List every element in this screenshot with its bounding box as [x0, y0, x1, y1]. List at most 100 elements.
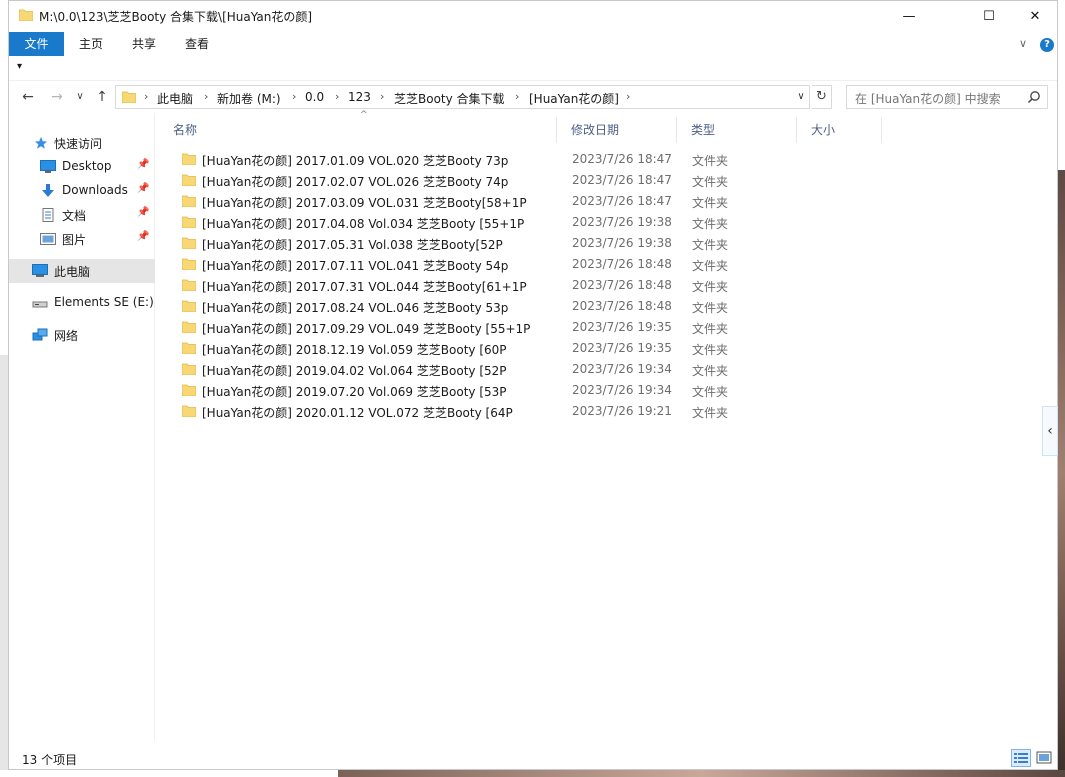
- file-type: 文件夹: [692, 322, 729, 336]
- breadcrumb-collection[interactable]: 芝芝Booty 合集下载: [394, 90, 505, 107]
- ribbon-expand-icon[interactable]: ∨: [1019, 37, 1027, 50]
- breadcrumb-this-pc[interactable]: 此电脑: [157, 90, 193, 107]
- tab-home[interactable]: 主页: [67, 32, 115, 56]
- sidebar-item-label: 此电脑: [54, 265, 91, 279]
- file-name: [HuaYan花の颜] 2017.05.31 Vol.038 芝芝Booty[5…: [202, 238, 503, 252]
- folder-icon: [182, 258, 196, 270]
- file-name: [HuaYan花の颜] 2017.07.11 VOL.041 芝芝Booty 5…: [202, 259, 509, 273]
- breadcrumb-separator[interactable]: ›: [515, 90, 519, 103]
- address-bar[interactable]: › 此电脑 › 新加卷 (M:) › 0.0 › 123 › 芝芝Booty 合…: [115, 85, 810, 109]
- sidebar-item-desktop[interactable]: Desktop 📌: [9, 155, 155, 179]
- explorer-window: M:\0.0\123\芝芝Booty 合集下载\[HuaYan花の颜] — ☐ …: [8, 0, 1058, 770]
- folder-icon: [19, 9, 33, 21]
- column-header-name[interactable]: 名称: [162, 117, 557, 143]
- sidebar-item-downloads[interactable]: Downloads 📌: [9, 179, 155, 203]
- breadcrumb-separator[interactable]: ›: [335, 90, 339, 103]
- recent-locations-button[interactable]: ∨: [69, 87, 91, 107]
- breadcrumb-separator[interactable]: ›: [144, 90, 148, 103]
- search-box[interactable]: 在 [HuaYan花の颜] 中搜索: [846, 85, 1048, 109]
- table-row[interactable]: [HuaYan花の颜] 2019.07.20 Vol.069 芝芝Booty […: [174, 380, 874, 401]
- tab-view[interactable]: 查看: [173, 32, 221, 56]
- column-header-size[interactable]: 大小: [800, 117, 882, 143]
- file-name: [HuaYan花の颜] 2017.07.31 VOL.044 芝芝Booty[6…: [202, 280, 527, 294]
- search-icon: [1027, 91, 1040, 104]
- computer-icon: [32, 264, 48, 277]
- details-view-icon: [1014, 753, 1028, 763]
- details-pane-toggle[interactable]: ‹: [1042, 406, 1058, 456]
- large-icons-view-button[interactable]: [1034, 749, 1054, 767]
- minimize-button[interactable]: —: [886, 1, 932, 31]
- breadcrumb-folder-0-0[interactable]: 0.0: [305, 90, 324, 104]
- sidebar-item-pictures[interactable]: 图片 📌: [9, 227, 155, 251]
- window-title: M:\0.0\123\芝芝Booty 合集下载\[HuaYan花の颜]: [39, 10, 313, 24]
- pin-icon[interactable]: 📌: [137, 207, 149, 218]
- breadcrumb-separator[interactable]: ›: [292, 90, 296, 103]
- breadcrumb-separator[interactable]: ›: [626, 90, 630, 103]
- sidebar-item-network[interactable]: 网络: [9, 323, 155, 347]
- table-row[interactable]: [HuaYan花の颜] 2018.12.19 Vol.059 芝芝Booty […: [174, 338, 874, 359]
- breadcrumb-current[interactable]: [HuaYan花の颜]: [529, 90, 619, 107]
- table-row[interactable]: [HuaYan花の颜] 2017.07.31 VOL.044 芝芝Booty[6…: [174, 275, 874, 296]
- file-list: ^ 名称 修改日期 类型 大小 [HuaYan花の颜] 2017.01.09 V…: [162, 110, 1042, 741]
- file-type: 文件夹: [692, 343, 729, 357]
- file-date: 2023/7/26 19:21: [572, 404, 672, 418]
- file-name: [HuaYan花の颜] 2017.02.07 VOL.026 芝芝Booty 7…: [202, 175, 509, 189]
- tab-share[interactable]: 共享: [120, 32, 168, 56]
- pin-icon[interactable]: 📌: [137, 159, 149, 170]
- folder-icon: [182, 174, 196, 186]
- file-type: 文件夹: [692, 385, 729, 399]
- sidebar-item-elements-drive[interactable]: Elements SE (E:): [9, 291, 155, 315]
- breadcrumb-folder-123[interactable]: 123: [348, 90, 371, 104]
- table-row[interactable]: [HuaYan花の颜] 2017.08.24 VOL.046 芝芝Booty 5…: [174, 296, 874, 317]
- table-row[interactable]: [HuaYan花の颜] 2019.04.02 Vol.064 芝芝Booty […: [174, 359, 874, 380]
- table-row[interactable]: [HuaYan花の颜] 2017.07.11 VOL.041 芝芝Booty 5…: [174, 254, 874, 275]
- table-row[interactable]: [HuaYan花の颜] 2017.04.08 Vol.034 芝芝Booty […: [174, 212, 874, 233]
- column-header-date[interactable]: 修改日期: [560, 117, 677, 143]
- file-type: 文件夹: [692, 280, 729, 294]
- refresh-button[interactable]: ↻: [812, 85, 832, 109]
- large-icons-view-icon: [1036, 751, 1052, 764]
- table-row[interactable]: [HuaYan花の颜] 2017.02.07 VOL.026 芝芝Booty 7…: [174, 170, 874, 191]
- folder-icon: [182, 195, 196, 207]
- sidebar-item-this-pc[interactable]: 此电脑: [9, 259, 155, 283]
- address-dropdown-icon[interactable]: ∨: [793, 85, 809, 109]
- item-count: 13 个项目: [22, 753, 78, 767]
- search-placeholder: 在 [HuaYan花の颜] 中搜索: [855, 92, 1001, 106]
- folder-icon: [182, 153, 196, 165]
- file-type: 文件夹: [692, 154, 729, 168]
- file-type: 文件夹: [692, 175, 729, 189]
- sidebar-item-label: 快速访问: [54, 137, 103, 151]
- background-window-edge: [0, 355, 8, 770]
- help-icon[interactable]: ?: [1040, 38, 1054, 52]
- ribbon-tabs: 文件 主页 共享 查看 ∨ ?: [9, 32, 1057, 56]
- details-view-button[interactable]: [1011, 749, 1031, 767]
- back-button[interactable]: ←: [17, 87, 39, 107]
- pin-icon[interactable]: 📌: [137, 231, 149, 242]
- tab-file[interactable]: 文件: [9, 32, 64, 56]
- breadcrumb-volume[interactable]: 新加卷 (M:): [217, 90, 281, 107]
- forward-button[interactable]: →: [46, 87, 68, 107]
- pin-icon[interactable]: 📌: [137, 183, 149, 194]
- table-row[interactable]: [HuaYan花の颜] 2017.05.31 Vol.038 芝芝Booty[5…: [174, 233, 874, 254]
- network-icon: [32, 328, 48, 341]
- breadcrumb-separator[interactable]: ›: [380, 90, 384, 103]
- sidebar-item-quick-access[interactable]: 快速访问: [9, 131, 155, 155]
- breadcrumb-separator[interactable]: ›: [204, 90, 208, 103]
- picture-icon: [40, 233, 56, 245]
- maximize-button[interactable]: ☐: [966, 1, 1012, 31]
- table-row[interactable]: [HuaYan花の颜] 2017.01.09 VOL.020 芝芝Booty 7…: [174, 149, 874, 170]
- file-name: [HuaYan花の颜] 2018.12.19 Vol.059 芝芝Booty […: [202, 343, 507, 357]
- file-name: [HuaYan花の颜] 2020.01.12 VOL.072 芝芝Booty […: [202, 406, 513, 420]
- column-header-type[interactable]: 类型: [680, 117, 797, 143]
- title-bar[interactable]: M:\0.0\123\芝芝Booty 合集下载\[HuaYan花の颜] — ☐ …: [9, 1, 1057, 31]
- sidebar-item-documents[interactable]: 文档 📌: [9, 203, 155, 227]
- up-button[interactable]: ↑: [91, 87, 113, 107]
- table-row[interactable]: [HuaYan花の颜] 2017.03.09 VOL.031 芝芝Booty[5…: [174, 191, 874, 212]
- table-row[interactable]: [HuaYan花の颜] 2020.01.12 VOL.072 芝芝Booty […: [174, 401, 874, 422]
- table-row[interactable]: [HuaYan花の颜] 2017.09.29 VOL.049 芝芝Booty […: [174, 317, 874, 338]
- file-date: 2023/7/26 18:47: [572, 152, 672, 166]
- close-icon: ✕: [1029, 8, 1041, 24]
- quick-access-dropdown-icon[interactable]: ▾: [17, 61, 22, 72]
- close-button[interactable]: ✕: [1012, 1, 1058, 31]
- file-name: [HuaYan花の颜] 2017.03.09 VOL.031 芝芝Booty[5…: [202, 196, 527, 210]
